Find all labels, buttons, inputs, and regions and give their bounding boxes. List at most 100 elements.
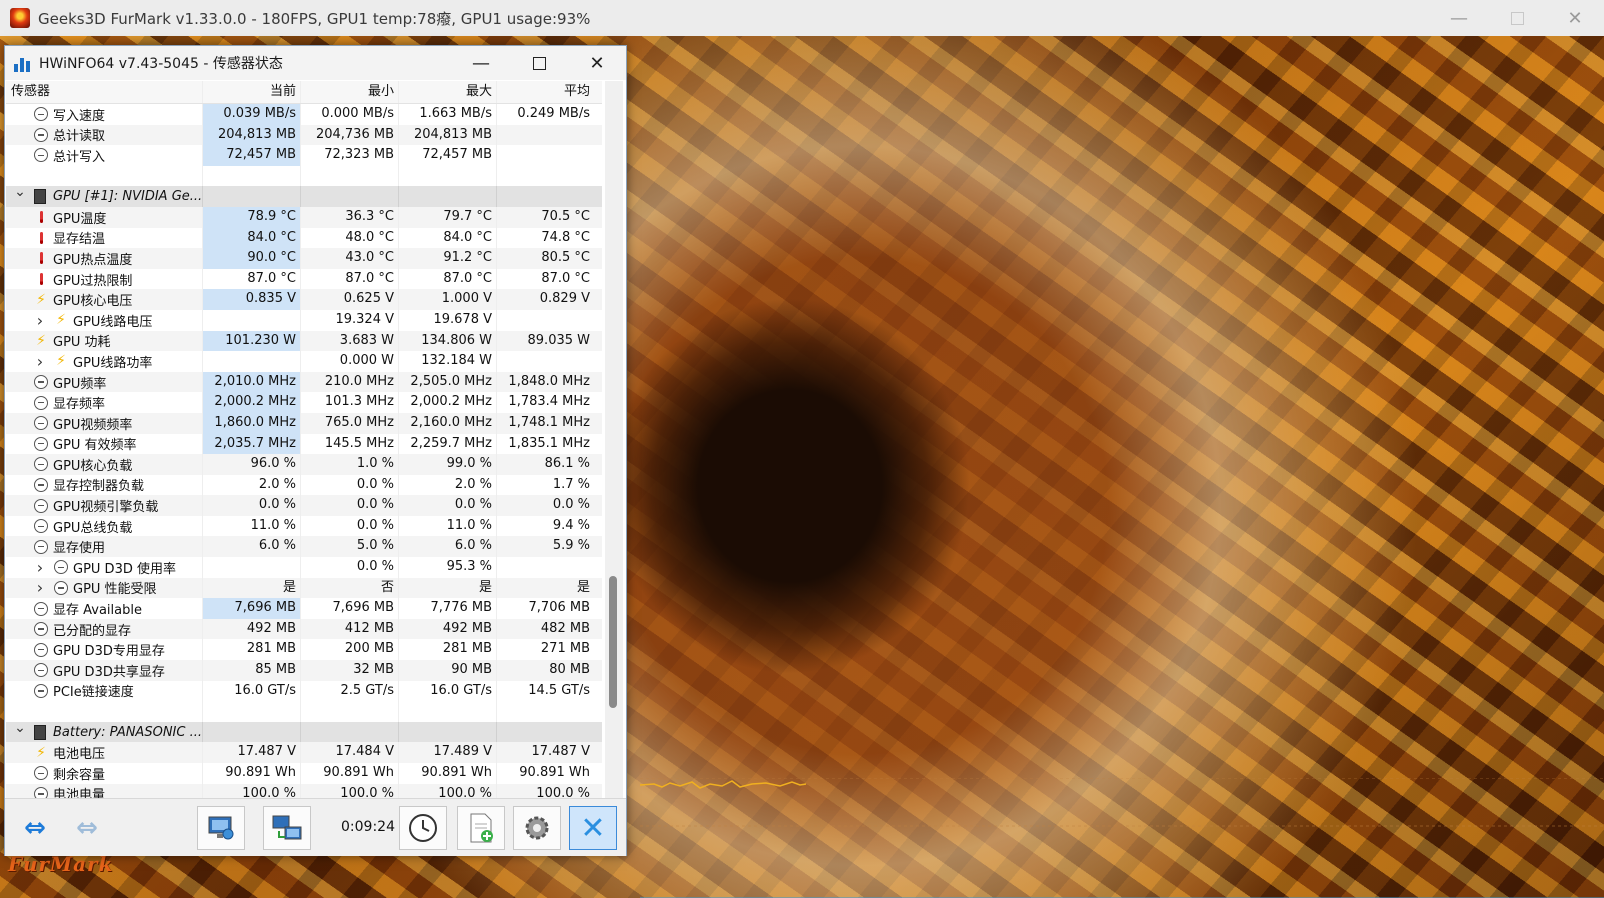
value-max: 99.0 % — [398, 454, 496, 475]
clock-icon — [34, 416, 48, 431]
sensor-group-row[interactable]: ⌄ GPU [#1]: NVIDIA Ge... — [6, 186, 602, 207]
network-computers-icon[interactable] — [263, 806, 311, 850]
close-icon[interactable]: ✕ — [569, 806, 617, 850]
table-row[interactable]: 显存使用 6.0 % 5.0 % 6.0 % 5.9 % — [6, 536, 602, 558]
collapse-chevron-icon[interactable]: ⌄ — [14, 722, 26, 736]
sensor-table: 传感器 当前 最小 最大 平均 写入速度 0.039 MB/s 0.000 MB/s… — [6, 81, 602, 798]
hwinfo-minimize-button[interactable]: — — [452, 46, 510, 80]
sensor-group-row[interactable]: ⌄ Battery: PANASONIC ... — [6, 721, 602, 743]
sensor-name-cell: GPU总线负载 — [6, 516, 202, 537]
value-max: 492 MB — [398, 618, 496, 640]
sensor-label: GPU核心电压 — [53, 294, 133, 310]
table-row[interactable] — [6, 165, 602, 187]
add-report-icon[interactable] — [457, 806, 505, 850]
sensor-name-cell: 显存控制器负载 — [6, 475, 202, 496]
table-row[interactable]: PCIe链接速度 16.0 GT/s 2.5 GT/s 16.0 GT/s 14.5 G… — [6, 680, 602, 702]
table-row[interactable]: 总计读取 204,813 MB 204,736 MB 204,813 MB — [6, 124, 602, 146]
table-row[interactable] — [6, 701, 602, 722]
table-row[interactable]: 显存结温 84.0 °C 48.0 °C 84.0 °C 74.8 °C — [6, 227, 602, 249]
value-cur: 90.891 Wh — [202, 763, 300, 784]
close-button[interactable]: ✕ — [1546, 0, 1604, 36]
table-row[interactable]: GPU频率 2,010.0 MHz 210.0 MHz 2,505.0 MHz 1,84… — [6, 371, 602, 393]
sensor-label: GPU核心负载 — [53, 458, 133, 474]
table-row[interactable]: ⚡ GPU 功耗 101.230 W 3.683 W 134.806 W 89.035 W — [6, 330, 602, 352]
value-max: 2,000.2 MHz — [398, 392, 496, 413]
table-row[interactable]: GPU热点温度 90.0 °C 43.0 °C 91.2 °C 80.5 °C — [6, 248, 602, 269]
value-max: 134.806 W — [398, 330, 496, 352]
value-cur: 2.0 % — [202, 474, 300, 496]
value-cur — [202, 701, 300, 722]
value-max: 19.678 V — [398, 309, 496, 331]
clock-icon — [34, 663, 48, 678]
value-min — [300, 701, 398, 722]
table-row[interactable]: ⚡ 电池电压 17.487 V 17.484 V 17.489 V 17.487 V — [6, 742, 602, 763]
table-row[interactable]: GPU视频引擎负载 0.0 % 0.0 % 0.0 % 0.0 % — [6, 495, 602, 516]
table-row[interactable]: GPU D3D共享显存 85 MB 32 MB 90 MB 80 MB — [6, 660, 602, 681]
table-row[interactable]: 显存控制器负载 2.0 % 0.0 % 2.0 % 1.7 % — [6, 474, 602, 496]
table-row[interactable]: GPU温度 78.9 °C 36.3 °C 79.7 °C 70.5 °C — [6, 206, 602, 228]
gear-icon[interactable] — [513, 806, 561, 850]
table-row[interactable]: GPU核心负载 96.0 % 1.0 % 99.0 % 86.1 % — [6, 454, 602, 475]
value-avg: 80.5 °C — [496, 248, 594, 269]
value-avg: 74.8 °C — [496, 227, 594, 249]
sensor-name-cell: 已分配的显存 — [6, 619, 202, 640]
table-row[interactable]: › ⚡ GPU线路电压 19.324 V 19.678 V — [6, 309, 602, 331]
value-avg: 0.829 V — [496, 289, 594, 310]
scrollbar-thumb[interactable] — [609, 576, 617, 708]
column-header-avg[interactable]: 平均 — [496, 81, 594, 103]
table-row[interactable]: 显存 Available 7,696 MB 7,696 MB 7,776 MB 7,70… — [6, 598, 602, 619]
value-max: 2,160.0 MHz — [398, 412, 496, 434]
expand-chevron-icon[interactable]: › — [34, 352, 46, 371]
expand-chevron-icon[interactable]: › — [34, 311, 46, 330]
minimize-button[interactable]: — — [1430, 0, 1488, 36]
thermometer-icon — [34, 210, 48, 224]
value-avg: 1,848.0 MHz — [496, 371, 594, 393]
table-row[interactable]: 电池电量 100.0 % 100.0 % 100.0 % 100.0 % — [6, 783, 602, 798]
value-min: 2.5 GT/s — [300, 680, 398, 702]
table-row[interactable]: GPU总线负载 11.0 % 0.0 % 11.0 % 9.4 % — [6, 515, 602, 537]
column-header-min[interactable]: 最小 — [300, 81, 398, 103]
sensor-name-cell: 总计读取 — [6, 125, 202, 146]
table-row[interactable]: 剩余容量 90.891 Wh 90.891 Wh 90.891 Wh 90.891 Wh — [6, 763, 602, 784]
expand-chevron-icon[interactable]: › — [34, 558, 46, 577]
maximize-button[interactable] — [1488, 0, 1546, 36]
value-max: 0.0 % — [398, 495, 496, 516]
column-header-current[interactable]: 当前 — [202, 81, 300, 103]
clock-icon[interactable] — [399, 806, 447, 850]
value-min: 3.683 W — [300, 330, 398, 352]
table-row[interactable]: GPU 有效频率 2,035.7 MHz 145.5 MHz 2,259.7 MHz 1… — [6, 433, 602, 455]
arrows-collapse-icon[interactable]: ⇔ — [63, 806, 111, 850]
table-row[interactable]: GPU过热限制 87.0 °C 87.0 °C 87.0 °C 87.0 °C — [6, 268, 602, 290]
table-row[interactable]: 总计写入 72,457 MB 72,323 MB 72,457 MB — [6, 145, 602, 166]
column-header-max[interactable]: 最大 — [398, 81, 496, 103]
value-cur: 100.0 % — [202, 783, 300, 798]
table-row[interactable]: 写入速度 0.039 MB/s 0.000 MB/s 1.663 MB/s 0.249 … — [6, 104, 602, 125]
value-min: 0.0 % — [300, 474, 398, 496]
monitor-network-icon[interactable] — [197, 806, 245, 850]
table-row[interactable]: ⚡ GPU核心电压 0.835 V 0.625 V 1.000 V 0.829 V — [6, 289, 602, 310]
sensor-label: 电池电压 — [53, 747, 106, 763]
vertical-scrollbar[interactable] — [605, 81, 623, 798]
value-avg: 482 MB — [496, 618, 594, 640]
clock-icon — [34, 642, 48, 657]
clock-icon — [34, 519, 48, 534]
value-max: 17.489 V — [398, 742, 496, 763]
table-row[interactable]: 显存频率 2,000.2 MHz 101.3 MHz 2,000.2 MHz 1,783… — [6, 392, 602, 413]
value-max: 是 — [398, 577, 496, 599]
hwinfo-close-button[interactable]: ✕ — [568, 46, 626, 80]
table-row[interactable]: 已分配的显存 492 MB 412 MB 492 MB 482 MB — [6, 618, 602, 640]
table-row[interactable]: GPU D3D专用显存 281 MB 200 MB 281 MB 271 MB — [6, 639, 602, 661]
value-max: 79.7 °C — [398, 206, 496, 228]
value-cur: 90.0 °C — [202, 248, 300, 269]
expand-chevron-icon[interactable]: › — [34, 578, 46, 597]
table-row[interactable]: › ⚡ GPU线路功率 0.000 W 132.184 W — [6, 351, 602, 372]
hwinfo-maximize-button[interactable] — [510, 46, 568, 80]
table-row[interactable]: › GPU 性能受限是否是是 — [6, 577, 602, 599]
sensor-name-cell: ⌄ GPU [#1]: NVIDIA Ge... — [6, 186, 202, 207]
hwinfo-app-icon — [14, 54, 32, 72]
column-header-sensor[interactable]: 传感器 — [6, 81, 202, 103]
table-row[interactable]: GPU视频频率 1,860.0 MHz 765.0 MHz 2,160.0 MHz 1,… — [6, 412, 602, 434]
arrows-expand-icon[interactable]: ⇔ — [11, 806, 59, 850]
collapse-chevron-icon[interactable]: ⌄ — [14, 186, 26, 200]
table-row[interactable]: › GPU D3D 使用率 0.0 % 95.3 % — [6, 557, 602, 578]
